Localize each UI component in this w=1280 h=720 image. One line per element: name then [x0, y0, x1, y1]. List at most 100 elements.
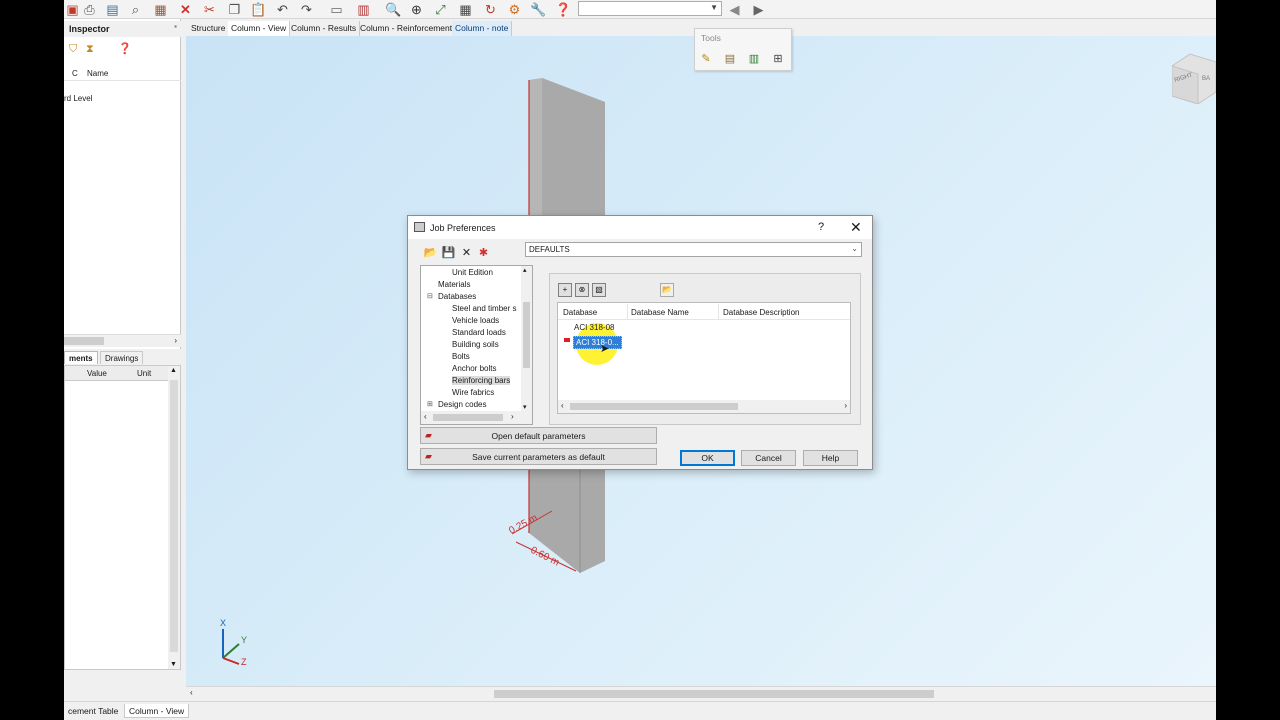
save-as-default-button[interactable]: ▰ Save current parameters as default: [420, 448, 657, 465]
table-icon[interactable]: ▤: [722, 52, 738, 68]
tab-column-note[interactable]: Column - note: [452, 21, 513, 36]
zoom-window-icon[interactable]: ⊕: [408, 1, 425, 17]
reset-icon[interactable]: ✱: [476, 246, 491, 260]
chevron-left-icon[interactable]: ‹: [561, 401, 564, 410]
copy-icon[interactable]: ❐: [226, 1, 243, 17]
open-folder-icon[interactable]: 📂: [423, 246, 438, 260]
forward-arrow-icon[interactable]: ▶: [750, 1, 767, 17]
tree-item-databases[interactable]: Databases: [438, 292, 476, 301]
help-icon[interactable]: ❓: [118, 42, 132, 55]
wrench-icon[interactable]: 🔧: [530, 1, 547, 17]
delete-icon[interactable]: ✕: [177, 1, 194, 17]
close-button[interactable]: ✕: [850, 219, 862, 236]
save-icon[interactable]: 💾: [441, 246, 456, 260]
column-database-name[interactable]: Database Name: [631, 308, 689, 317]
expand-icon[interactable]: ⊞: [427, 400, 433, 408]
database-list[interactable]: Database Database Name Database Descript…: [557, 302, 851, 414]
tree-item-reinforcing-bars[interactable]: Reinforcing bars: [452, 376, 511, 385]
collapse-icon[interactable]: ⊟: [427, 292, 433, 300]
help-button[interactable]: ?: [818, 221, 824, 233]
tab-column-view[interactable]: Column - View: [124, 704, 190, 718]
pin-icon[interactable]: ▪: [174, 22, 177, 31]
edit-database-icon[interactable]: ▧: [592, 283, 606, 297]
paste-icon[interactable]: 📋: [250, 1, 267, 17]
snap-icon[interactable]: ⤢: [432, 1, 449, 17]
undo-icon[interactable]: ↶: [274, 1, 291, 17]
tree-item-wire-fabrics[interactable]: Wire fabrics: [452, 388, 494, 397]
scroll-thumb[interactable]: [494, 690, 934, 698]
tree-item-steel-timber[interactable]: Steel and timber s: [452, 304, 516, 313]
preset-combobox[interactable]: DEFAULTS ⌄: [525, 242, 862, 257]
tree-item-materials[interactable]: Materials: [438, 280, 470, 289]
open-folder-icon[interactable]: 📂: [660, 283, 674, 297]
grid-units-icon[interactable]: ⊞: [770, 52, 786, 68]
remove-database-icon[interactable]: ⊗: [575, 283, 589, 297]
ok-button[interactable]: OK: [680, 450, 735, 466]
tab-column-reinforcement[interactable]: Column - Reinforcement: [357, 21, 457, 36]
toolbar-combobox[interactable]: ▼: [578, 1, 722, 16]
help-dialog-button[interactable]: Help: [803, 450, 858, 466]
delete-icon[interactable]: ✕: [459, 246, 474, 260]
tab-drawings[interactable]: Drawings: [100, 351, 144, 364]
chevron-right-icon[interactable]: ›: [844, 401, 847, 410]
tab-column-view[interactable]: Column - View: [228, 21, 291, 36]
scroll-thumb[interactable]: [570, 403, 738, 410]
print-preview-icon[interactable]: ⌕: [127, 1, 144, 17]
tree-item-building-soils[interactable]: Building soils: [452, 340, 499, 349]
zoom-icon[interactable]: 🔍: [385, 1, 402, 17]
tree-item-unit-edition[interactable]: Unit Edition: [452, 268, 493, 277]
chevron-down-icon[interactable]: ▾: [523, 403, 527, 411]
properties-icon[interactable]: ▭: [328, 1, 345, 17]
bar-chart-icon[interactable]: ▥: [746, 52, 762, 68]
export-icon[interactable]: ▦: [152, 1, 169, 17]
chevron-up-icon[interactable]: ▲: [170, 367, 177, 374]
scroll-thumb[interactable]: [433, 414, 503, 421]
tab-column-results[interactable]: Column - Results: [288, 21, 361, 36]
open-default-parameters-button[interactable]: ▰ Open default parameters: [420, 427, 657, 444]
chevron-right-icon[interactable]: ›: [174, 336, 177, 345]
cut-icon[interactable]: ✂: [201, 1, 218, 17]
filter-clear-icon[interactable]: ⧗: [86, 43, 94, 56]
back-arrow-icon[interactable]: ◀: [726, 1, 743, 17]
open-folder-icon[interactable]: ▣: [64, 1, 81, 17]
tab-structure[interactable]: Structure: [188, 21, 230, 36]
print-icon[interactable]: ⎙: [81, 1, 98, 17]
scroll-thumb[interactable]: [523, 302, 530, 368]
tree-horizontal-scrollbar[interactable]: ‹ ›: [421, 411, 532, 424]
inspector-horizontal-scrollbar[interactable]: ›: [64, 334, 181, 347]
tab-elements[interactable]: ments: [64, 351, 98, 364]
add-database-icon[interactable]: +: [558, 283, 572, 297]
database-horizontal-scrollbar[interactable]: ‹ ›: [558, 400, 850, 413]
tab-placement-table[interactable]: cement Table: [64, 704, 122, 718]
spreadsheet-icon[interactable]: ▦: [457, 1, 474, 17]
help-icon[interactable]: ❓: [555, 1, 572, 17]
column-database-description[interactable]: Database Description: [723, 308, 799, 317]
redo-icon[interactable]: ↷: [298, 1, 315, 17]
tree-vertical-scrollbar[interactable]: ▴ ▾: [521, 266, 532, 411]
tree-item-standard-loads[interactable]: Standard loads: [452, 328, 506, 337]
chevron-left-icon[interactable]: ‹: [190, 688, 193, 697]
report-icon[interactable]: ▥: [355, 1, 372, 17]
refresh-icon[interactable]: ↻: [482, 1, 499, 17]
book-icon[interactable]: ▤: [104, 1, 121, 17]
scroll-thumb[interactable]: [170, 380, 178, 652]
filter-icon[interactable]: ⛉: [69, 43, 77, 56]
chevron-left-icon[interactable]: ‹: [424, 412, 427, 421]
edit-pencil-icon[interactable]: ✎: [698, 52, 714, 68]
navigation-cube[interactable]: RIGHT BA: [1171, 52, 1216, 105]
tree-item-design-codes[interactable]: Design codes: [438, 400, 486, 409]
column-database[interactable]: Database: [563, 308, 597, 317]
database-row[interactable]: ACI 318-08: [574, 323, 614, 332]
inspector-row[interactable]: rd Level: [64, 94, 92, 103]
properties-vertical-scrollbar[interactable]: ▲ ▼: [168, 366, 180, 669]
settings-gear-icon[interactable]: ⚙: [506, 1, 523, 17]
chevron-down-icon[interactable]: ▼: [170, 661, 177, 668]
chevron-right-icon[interactable]: ›: [511, 412, 514, 421]
database-row-selected[interactable]: ACI 318-0...: [573, 336, 622, 349]
tree-item-bolts[interactable]: Bolts: [452, 352, 470, 361]
cancel-button[interactable]: Cancel: [741, 450, 796, 466]
viewport-horizontal-scrollbar[interactable]: ‹: [186, 686, 1216, 700]
chevron-up-icon[interactable]: ▴: [523, 266, 527, 274]
tree-item-anchor-bolts[interactable]: Anchor bolts: [452, 364, 496, 373]
preferences-tree[interactable]: Unit Edition Materials ⊟ Databases Steel…: [420, 265, 533, 425]
